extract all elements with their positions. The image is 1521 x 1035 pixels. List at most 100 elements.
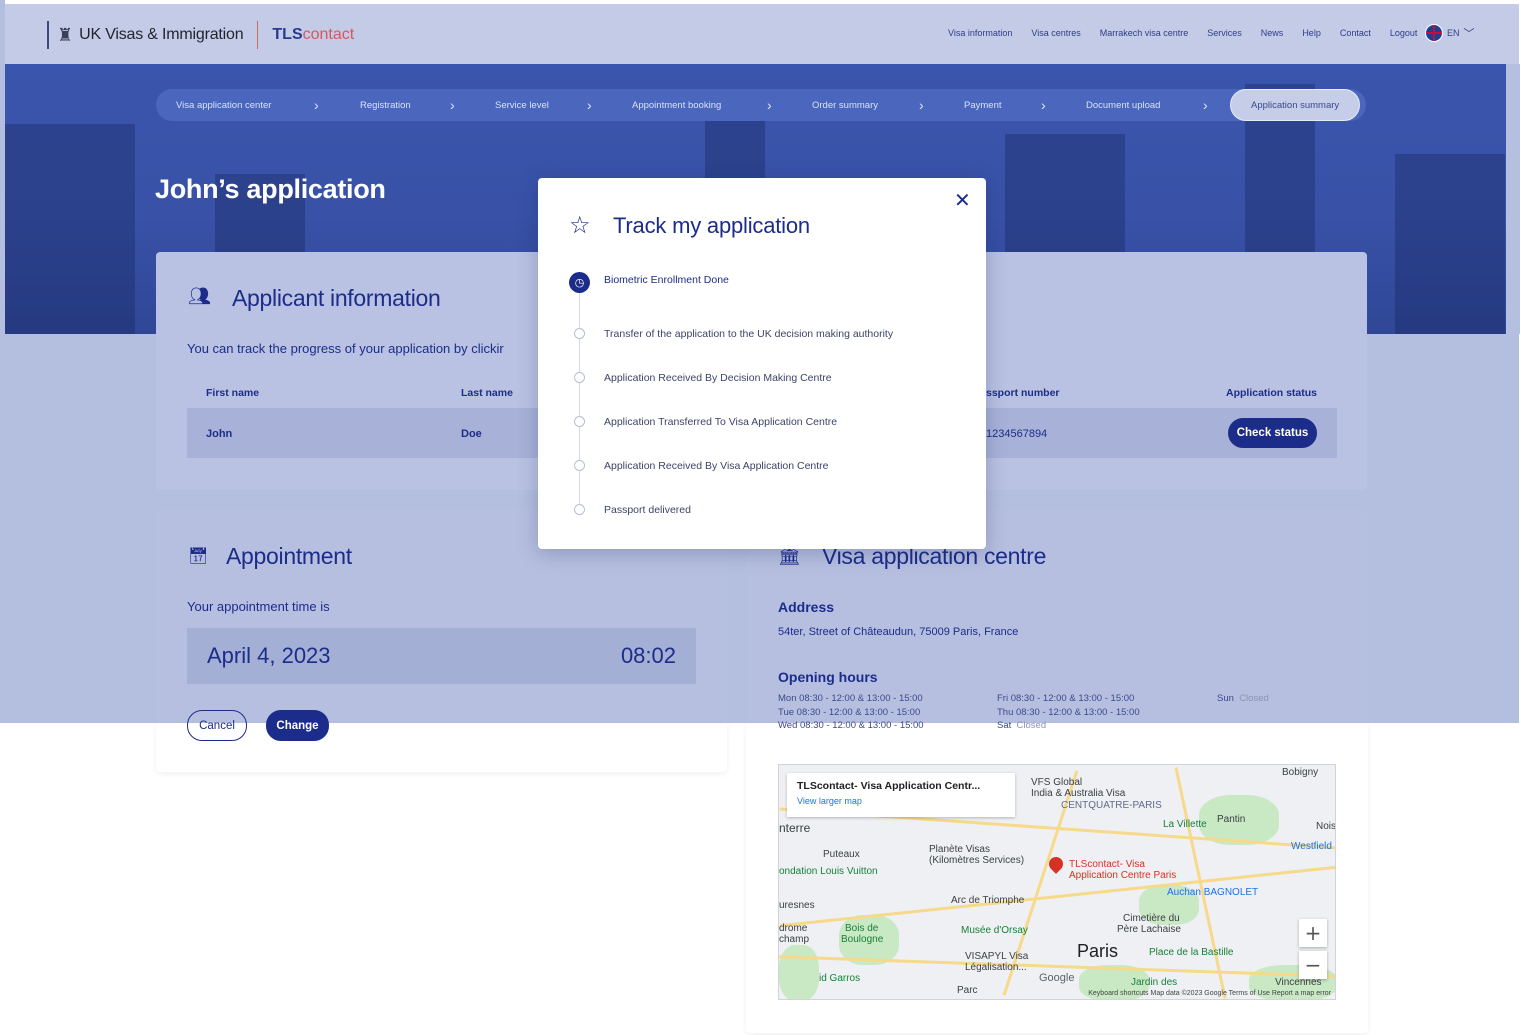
timeline-dot (574, 372, 585, 383)
chevron-right-icon: › (919, 97, 924, 113)
nav-services[interactable]: Services (1207, 28, 1242, 38)
nav-visa-centres[interactable]: Visa centres (1031, 28, 1080, 38)
col-application-status: Application status (1226, 387, 1318, 399)
nav-news[interactable]: News (1261, 28, 1284, 38)
map-footer: Keyboard shortcuts Map data ©2023 Google… (1088, 990, 1331, 997)
vac-address: 54ter, Street of Châteaudun, 75009 Paris… (778, 626, 1019, 638)
hours-saturday-day: Sat (997, 720, 1012, 731)
cell-first-name: John (206, 428, 233, 440)
timeline-step-2: Transfer of the application to the UK de… (604, 328, 894, 340)
step-visa-application-center[interactable]: Visa application center (176, 89, 271, 121)
map-label: Bois de (845, 923, 879, 934)
check-status-button[interactable]: Check status (1228, 418, 1317, 448)
map-label: TLScontact- Visa (1069, 859, 1145, 870)
step-document-upload[interactable]: Document upload (1086, 89, 1160, 121)
timeline-step-1: Biometric Enrollment Done (604, 274, 729, 286)
hours-column-2: Fri 08:30 - 12:00 & 13:00 - 15:00 Thu 08… (997, 692, 1140, 733)
hours-saturday: Sat Closed (997, 719, 1140, 733)
map-infobox-title: TLScontact- Visa Application Centr... (797, 780, 981, 792)
appointment-time: 08:02 (620, 643, 676, 668)
timeline-step-4: Application Transferred To Visa Applicat… (604, 416, 838, 428)
star-icon: ☆ (569, 211, 591, 239)
step-payment[interactable]: Payment (964, 89, 1002, 121)
brand-logo[interactable]: ♜ UK Visas & Immigration TLScontact (47, 20, 354, 50)
hours-wednesday: Wed 08:30 - 12:00 & 13:00 - 15:00 (778, 720, 924, 731)
map-label: Arc de Triomphe (951, 895, 1025, 906)
step-application-summary[interactable]: Application summary (1230, 89, 1361, 121)
brand-uk-visas: UK Visas & Immigration (79, 26, 244, 43)
appointment-intro-text: Your appointment time is (187, 599, 330, 614)
map-label: CENTQUATRE-PARIS (1061, 800, 1162, 811)
map-label: uresnes (779, 900, 815, 911)
nav-visa-information[interactable]: Visa information (948, 28, 1012, 38)
map-label: Paris (1077, 941, 1119, 961)
step-appointment-booking[interactable]: Appointment booking (632, 89, 721, 121)
map-label: Jardin des (1131, 977, 1178, 988)
nav-marrakech-visa-centre[interactable]: Marrakech visa centre (1100, 28, 1189, 38)
google-logo: Google (1039, 972, 1075, 984)
col-last-name: Last name (461, 387, 513, 399)
step-registration[interactable]: Registration (360, 89, 411, 121)
step-order-summary[interactable]: Order summary (812, 89, 878, 121)
cancel-button[interactable]: Cancel (187, 710, 247, 741)
site-header: ♜ UK Visas & Immigration TLScontact Visa… (5, 4, 1519, 64)
view-larger-map-link[interactable]: View larger map (797, 796, 1005, 806)
timeline-dot (574, 416, 585, 427)
hours-sunday: Sun Closed (1217, 692, 1269, 706)
hours-sunday-closed: Closed (1239, 693, 1269, 704)
col-first-name: First name (206, 387, 260, 399)
skyline-building (5, 124, 135, 334)
appointment-heading: Appointment (226, 543, 352, 569)
timeline-dot (574, 460, 585, 471)
map-label: champ (779, 934, 810, 945)
step-service-level[interactable]: Service level (495, 89, 549, 121)
hero-edge-strip (1506, 64, 1520, 334)
map-label: Musée d'Orsay (961, 925, 1028, 936)
timeline-line (579, 282, 580, 510)
col-passport-number: ssport number (986, 387, 1060, 399)
nav-contact[interactable]: Contact (1340, 28, 1371, 38)
brand-tlscontact: TLScontact (272, 26, 354, 44)
top-navigation: Visa information Visa centres Marrakech … (948, 28, 1417, 38)
brand-tls-text: TLS (272, 26, 303, 43)
applicant-heading: Applicant information (232, 285, 441, 311)
map-label: ondation Louis Vuitton (779, 866, 878, 877)
language-selector[interactable]: EN ﹀ (1425, 24, 1475, 42)
applicant-intro-text: You can track the progress of your appli… (187, 341, 504, 356)
hours-saturday-closed: Closed (1016, 720, 1047, 731)
close-icon[interactable]: ✕ (954, 188, 971, 212)
zoom-out-button[interactable]: − (1299, 951, 1327, 979)
chevron-right-icon: › (587, 97, 592, 113)
map-park-area (779, 945, 819, 999)
location-map[interactable]: Bobigny VFS Global India & Australia Vis… (778, 764, 1336, 1000)
track-application-modal: ☆ Track my application ✕ ◷ Biometric Enr… (538, 178, 986, 549)
clock-icon: ◷ (569, 272, 590, 293)
hours-monday: Mon 08:30 - 12:00 & 13:00 - 15:00 (778, 693, 923, 704)
map-label: Nois (1316, 821, 1336, 832)
hours-friday: Fri 08:30 - 12:00 & 13:00 - 15:00 (997, 693, 1135, 704)
change-button[interactable]: Change (266, 710, 329, 741)
nav-logout[interactable]: Logout (1390, 28, 1418, 38)
hours-column-1: Mon 08:30 - 12:00 & 13:00 - 15:00 Tue 08… (778, 692, 924, 733)
brand-contact-text: contact (302, 26, 355, 43)
cell-passport-number: 1234567894 (986, 428, 1048, 440)
map-label: Boulogne (841, 934, 884, 945)
timeline-step-3: Application Received By Decision Making … (604, 372, 832, 384)
timeline-dot (574, 504, 585, 515)
map-label: Parc (957, 985, 978, 996)
building-icon: 🏛︎ (778, 546, 801, 566)
map-label: La Villette (1163, 819, 1207, 830)
chevron-right-icon: › (1203, 97, 1208, 113)
zoom-in-button[interactable]: + (1299, 919, 1327, 947)
map-label: VFS Global (1031, 777, 1083, 788)
map-label: Place de la Bastille (1149, 947, 1234, 958)
hours-sunday-day: Sun (1217, 693, 1234, 704)
map-infobox: TLScontact- Visa Application Centr... Vi… (787, 773, 1015, 817)
map-label: Puteaux (823, 849, 860, 860)
modal-title: Track my application (613, 213, 810, 238)
cell-last-name: Doe (461, 428, 482, 440)
crest-icon: ♜ (57, 24, 74, 45)
appointment-card: 📅︎ Appointment Your appointment time is … (156, 510, 727, 772)
skyline-building (1395, 154, 1505, 334)
nav-help[interactable]: Help (1302, 28, 1321, 38)
